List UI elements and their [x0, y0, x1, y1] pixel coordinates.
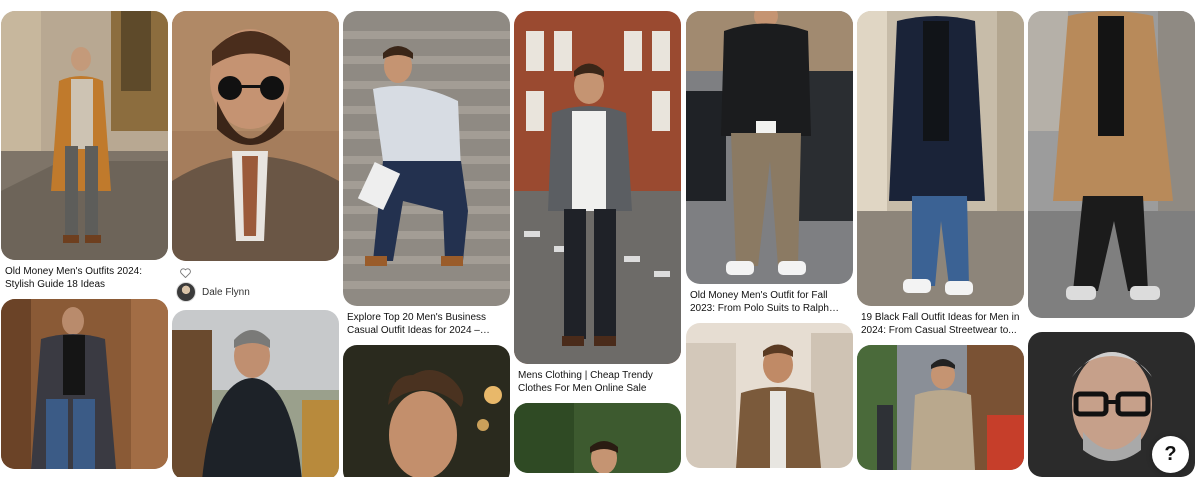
pin-image-city-street[interactable]: [857, 345, 1024, 470]
pin-image-bearded-man[interactable]: [172, 11, 339, 261]
question-icon: ?: [1164, 443, 1177, 465]
pin-card[interactable]: Dale Flynn: [172, 11, 339, 302]
avatar[interactable]: [176, 282, 196, 302]
pin-creator[interactable]: Dale Flynn: [172, 280, 339, 302]
feed-column-3: Explore Top 20 Men's Business Casual Out…: [343, 11, 510, 477]
pin-image-curly-hair[interactable]: [343, 345, 510, 477]
pin-title[interactable]: Mens Clothing | Cheap Trendy Clothes For…: [514, 364, 681, 395]
pin-image-plaid-shirt[interactable]: [514, 11, 681, 364]
pin-image-camel-coat[interactable]: [1028, 11, 1195, 318]
feed-column-7: [1028, 11, 1195, 477]
pin-card[interactable]: Explore Top 20 Men's Business Casual Out…: [343, 11, 510, 337]
pin-image-black-sweater[interactable]: [686, 11, 853, 284]
help-button[interactable]: ?: [1152, 436, 1189, 473]
pin-card[interactable]: [1028, 11, 1195, 318]
pin-title[interactable]: Old Money Men's Outfit for Fall 2023: Fr…: [686, 284, 853, 315]
feed-column-6: 19 Black Fall Outfit Ideas for Men in 20…: [857, 11, 1024, 477]
pin-image-sitting-steps[interactable]: [343, 11, 510, 306]
pin-card[interactable]: [1, 299, 168, 469]
pin-card[interactable]: Old Money Men's Outfits 2024: Stylish Gu…: [1, 11, 168, 291]
pin-title[interactable]: 19 Black Fall Outfit Ideas for Men in 20…: [857, 306, 1024, 337]
feed-column-4: Mens Clothing | Cheap Trendy Clothes For…: [514, 11, 681, 477]
pin-card[interactable]: [343, 345, 510, 477]
pin-card[interactable]: [172, 310, 339, 477]
pin-card[interactable]: Mens Clothing | Cheap Trendy Clothes For…: [514, 11, 681, 395]
pin-title[interactable]: Explore Top 20 Men's Business Casual Out…: [343, 306, 510, 337]
pin-card[interactable]: [857, 345, 1024, 470]
pin-card[interactable]: 19 Black Fall Outfit Ideas for Men in 20…: [857, 11, 1024, 337]
pin-image-grey-coat[interactable]: [1, 299, 168, 469]
creator-name[interactable]: Dale Flynn: [202, 287, 250, 298]
pin-card[interactable]: [686, 323, 853, 468]
feed-column-5: Old Money Men's Outfit for Fall 2023: Fr…: [686, 11, 853, 476]
pin-image-navy-coat[interactable]: [857, 11, 1024, 306]
pin-card[interactable]: Old Money Men's Outfit for Fall 2023: Fr…: [686, 11, 853, 315]
pin-feed: Old Money Men's Outfits 2024: Stylish Gu…: [0, 0, 1200, 477]
pin-image-autumn-street[interactable]: [1, 11, 168, 260]
pin-actions: [172, 261, 339, 280]
heart-outline-icon[interactable]: [180, 268, 191, 278]
pin-image-park[interactable]: [514, 403, 681, 473]
feed-column-1: Old Money Men's Outfits 2024: Stylish Gu…: [1, 11, 168, 477]
pin-title[interactable]: Old Money Men's Outfits 2024: Stylish Gu…: [1, 260, 168, 291]
pin-image-knit-sweater[interactable]: [172, 310, 339, 477]
feed-column-2: Dale Flynn: [172, 11, 339, 477]
pin-card[interactable]: [514, 403, 681, 473]
pin-image-brown-jacket[interactable]: [686, 323, 853, 468]
